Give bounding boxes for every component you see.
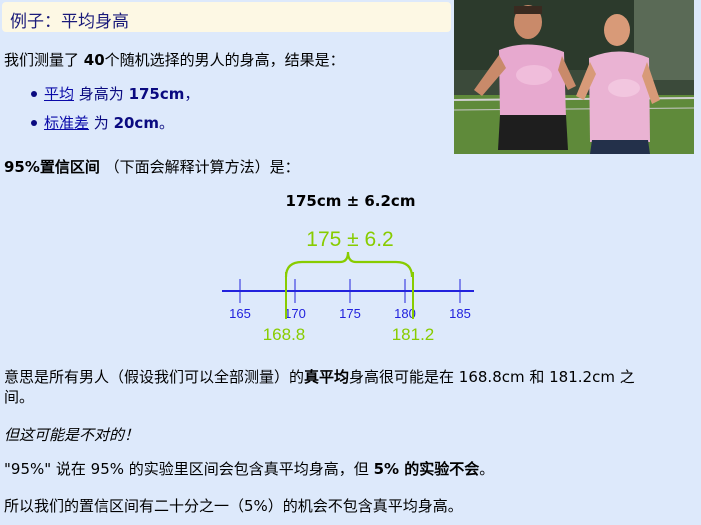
percent-paragraph: "95%" 说在 95% 的实验里区间会包含真平均身高，但 5% 的实验不会。 (4, 459, 494, 479)
tick-label: 175 (339, 306, 361, 321)
upper-bound-label: 181.2 (392, 325, 435, 344)
ci-heading: 95%置信区间 （下面会解释计算方法）是： (4, 157, 300, 177)
bullet-icon (30, 120, 37, 126)
intro-suffix: 个随机选择的男人的身高，结果是： (104, 51, 345, 69)
mean-value: 175cm (128, 85, 185, 103)
ci-formula: 175cm ± 6.2cm (285, 192, 416, 210)
meaning-text-a: 意思是所有男人（假设我们可以全部测量）的 (4, 368, 305, 386)
bullet-end: 。 (158, 114, 174, 132)
runners-photo (454, 0, 694, 154)
meaning-paragraph: 意思是所有男人（假设我们可以全部测量）的真平均身高很可能是在 168.8cm 和… (4, 367, 635, 387)
page-title: 例子：平均身高 (10, 12, 129, 32)
bullet-icon (30, 91, 37, 97)
std-dev-link[interactable]: 标准差 (44, 114, 89, 132)
sample-count: 40 (83, 51, 105, 69)
percent-end: 。 (479, 460, 495, 478)
intro-paragraph: 我们测量了 40个随机选择的男人的身高，结果是： (4, 50, 345, 70)
bullet-end: ， (184, 85, 200, 103)
meaning-text-b: 身高很可能是在 168.8cm 和 181.2cm 之 (349, 368, 635, 386)
percent-bold: 5% 的实验不会 (373, 460, 480, 478)
percent-text: "95%" 说在 95% 的实验里区间会包含真平均身高，但 (4, 460, 374, 478)
interval-brace (284, 251, 414, 278)
interval-label: 175 ± 6.2 (306, 228, 393, 251)
std-dev-value: 20cm (113, 114, 159, 132)
ci-heading-bold: 95%置信区间 (4, 158, 100, 176)
bullet-text: 为 (89, 114, 114, 132)
caveat-paragraph: 但这可能是不对的！ (4, 426, 140, 444)
title-banner: 例子：平均身高 (2, 2, 451, 32)
true-mean-term: 真平均 (304, 368, 350, 386)
list-item: 平均 身高为 175cm， (30, 84, 200, 104)
number-line-svg: 175 ± 6.2 165 170 175 180 185 168.8 181.2 (222, 228, 474, 344)
conclusion-paragraph: 所以我们的置信区间有二十分之一（5%）的机会不包含真平均身高。 (4, 497, 463, 515)
confidence-interval-diagram: 175 ± 6.2 165 170 175 180 185 168.8 181.2 (210, 222, 490, 352)
intro-prefix: 我们测量了 (4, 51, 84, 69)
list-item: 标准差 为 20cm。 (30, 113, 174, 133)
lower-bound-label: 168.8 (263, 325, 306, 344)
mean-link[interactable]: 平均 (44, 85, 74, 103)
meaning-paragraph-line2: 间。 (4, 388, 35, 406)
tick-label: 165 (229, 306, 251, 321)
bullet-text: 身高为 (74, 85, 129, 103)
ci-heading-rest: （下面会解释计算方法）是： (99, 158, 300, 176)
tick-label: 170 (284, 306, 306, 321)
tick-label: 185 (449, 306, 471, 321)
